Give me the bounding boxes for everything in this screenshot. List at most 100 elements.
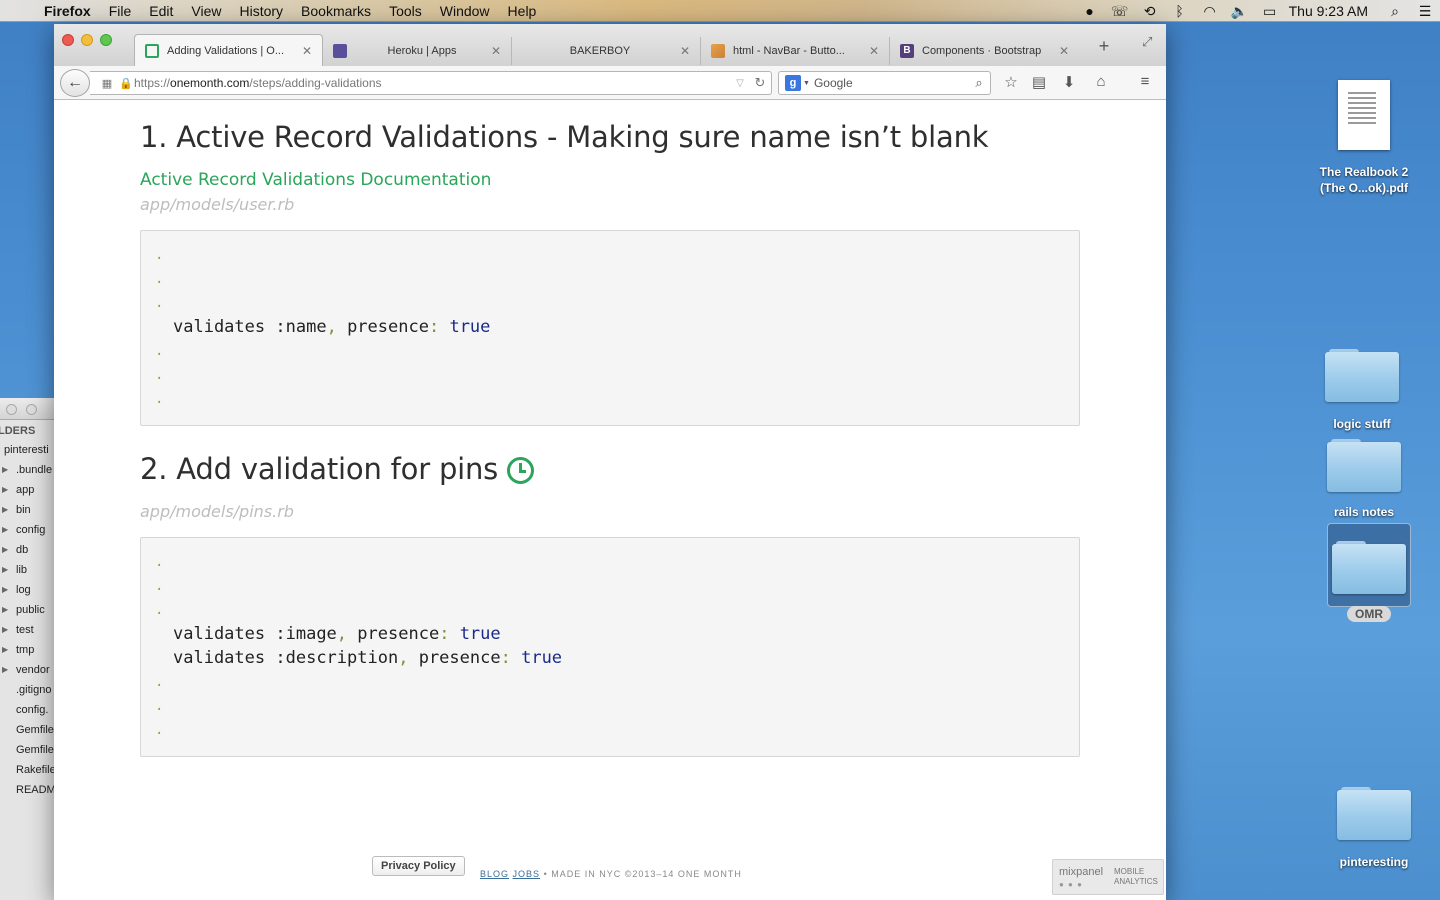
folder-icon [1337, 784, 1411, 840]
url-bar[interactable]: ▦ 🔒 https://onemonth.com/steps/adding-va… [90, 71, 772, 95]
code-line-validates-name: validates :name, presence: true [173, 317, 490, 337]
tab-title: BAKERBOY [569, 45, 631, 57]
tree-item-file[interactable]: config. [0, 700, 55, 720]
close-tab-icon[interactable]: ✕ [678, 44, 692, 58]
time-machine-icon[interactable]: ⟲ [1135, 3, 1165, 20]
tree-item-folder[interactable]: .bundle [0, 460, 55, 480]
desktop-folder-omr[interactable]: OMR [1314, 538, 1424, 622]
spotlight-icon[interactable]: ⌕ [1380, 3, 1410, 20]
status-app-icon[interactable]: ● [1075, 3, 1105, 19]
close-tab-icon[interactable]: ✕ [300, 44, 314, 58]
close-tab-icon[interactable]: ✕ [489, 44, 503, 58]
menu-clock[interactable]: Thu 9:23 AM [1285, 3, 1380, 19]
back-button[interactable]: ← [60, 69, 90, 97]
menu-help[interactable]: Help [499, 0, 546, 22]
google-engine-icon[interactable]: g [785, 75, 801, 91]
tree-item-file[interactable]: Rakefile [0, 760, 55, 780]
tab-bakerboy[interactable]: BAKERBOY ✕ [512, 37, 701, 65]
search-bar[interactable]: g ▼ Google ⌕ [778, 71, 991, 95]
close-window-icon[interactable] [62, 34, 74, 46]
minimize-window-icon[interactable] [81, 34, 93, 46]
search-icon[interactable]: ⌕ [968, 75, 990, 91]
bookmarks-list-icon[interactable]: ▤ [1027, 73, 1051, 91]
tab-bar: Adding Validations | O... ✕ Heroku | App… [54, 24, 1166, 66]
hamburger-menu-icon[interactable]: ≡ [1133, 73, 1157, 90]
code-line-validates-image: validates :image, presence: true [173, 624, 501, 644]
home-icon[interactable]: ⌂ [1089, 73, 1113, 90]
menu-edit[interactable]: Edit [140, 0, 182, 22]
fullscreen-icon[interactable]: ⤢ [1142, 34, 1152, 50]
menu-tools[interactable]: Tools [380, 0, 431, 22]
menu-history[interactable]: History [230, 0, 292, 22]
status-area: ● ☏ ⟲ ᛒ ◠ 🔈 ▭ Thu 9:23 AM ⌕ ☰ [1075, 0, 1440, 22]
footer-blog-link[interactable]: BLOG [480, 869, 509, 879]
menu-bookmarks[interactable]: Bookmarks [292, 0, 380, 22]
identity-icon[interactable]: ▦ [96, 77, 118, 90]
url-text[interactable]: https://onemonth.com/steps/adding-valida… [134, 76, 731, 90]
tree-item-folder[interactable]: db [0, 540, 55, 560]
tab-navbar-stackoverflow[interactable]: html - NavBar - Butto... ✕ [701, 37, 890, 65]
downloads-icon[interactable]: ⬇ [1057, 73, 1081, 91]
zoom-window-icon[interactable] [100, 34, 112, 46]
tree-item-project[interactable]: pinteresti [0, 440, 55, 460]
desktop-folder-rails-notes[interactable]: rails notes [1309, 436, 1419, 520]
desktop-pdf-realbook[interactable]: The Realbook 2 (The O...ok).pdf [1309, 80, 1419, 196]
search-input[interactable]: Google [814, 76, 968, 90]
editor-titlebar [0, 398, 55, 420]
tree-item-folder[interactable]: lib [0, 560, 55, 580]
code-token: validates [173, 624, 266, 644]
bluetooth-icon[interactable]: ᛒ [1165, 3, 1195, 19]
engine-dropdown-icon[interactable]: ▼ [803, 80, 810, 87]
code-block-user: . . . validates :name, presence: true . … [140, 230, 1080, 426]
close-tab-icon[interactable]: ✕ [1057, 44, 1071, 58]
heroku-favicon-icon [333, 44, 347, 58]
desktop-folder-logic-stuff[interactable]: logic stuff [1307, 346, 1417, 432]
tree-item-file[interactable]: READM [0, 780, 55, 800]
tree-item-file[interactable]: .gitigno [0, 680, 55, 700]
tree-item-file[interactable]: Gemfile [0, 740, 55, 760]
mixpanel-badge[interactable]: mixpanel MOBILE ANALYTICS ● ● ● [1052, 859, 1164, 895]
tree-item-folder[interactable]: log [0, 580, 55, 600]
tab-adding-validations[interactable]: Adding Validations | O... ✕ [134, 34, 323, 66]
menu-view[interactable]: View [182, 0, 230, 22]
tree-item-file[interactable]: Gemfile [0, 720, 55, 740]
code-ellipsis: . [155, 247, 164, 263]
battery-icon[interactable]: ▭ [1255, 3, 1285, 20]
bootstrap-favicon-icon: B [900, 44, 914, 58]
code-ellipsis: . [155, 578, 164, 594]
reload-icon[interactable]: ↻ [749, 75, 771, 91]
folder-icon [1332, 538, 1406, 594]
tree-item-folder[interactable]: config [0, 520, 55, 540]
code-token: :image [275, 624, 337, 644]
wifi-icon[interactable]: ◠ [1195, 3, 1225, 20]
back-arrow-icon: ← [67, 74, 83, 91]
tree-item-folder[interactable]: vendor [0, 660, 55, 680]
tab-title: Components · Bootstrap [922, 45, 1042, 57]
code-ellipsis: . [155, 674, 164, 690]
tab-heroku-apps[interactable]: Heroku | Apps ✕ [323, 37, 512, 65]
menu-app-firefox[interactable]: Firefox [40, 0, 100, 22]
tree-item-folder[interactable]: public [0, 600, 55, 620]
bookmark-star-icon[interactable]: ☆ [999, 73, 1023, 91]
menu-file[interactable]: File [100, 0, 141, 22]
tab-bootstrap-components[interactable]: B Components · Bootstrap ✕ [890, 37, 1079, 65]
close-tab-icon[interactable]: ✕ [867, 44, 881, 58]
tab-title: Heroku | Apps [387, 45, 457, 57]
file-path-user: app/models/user.rb [140, 195, 295, 214]
editor-close-icon[interactable] [6, 404, 17, 415]
tree-item-folder[interactable]: bin [0, 500, 55, 520]
privacy-policy-button[interactable]: Privacy Policy [372, 856, 465, 876]
notification-center-icon[interactable]: ☰ [1410, 3, 1440, 20]
menu-window[interactable]: Window [431, 0, 499, 22]
tree-item-folder[interactable]: test [0, 620, 55, 640]
editor-minimize-icon[interactable] [26, 404, 37, 415]
tree-item-folder[interactable]: app [0, 480, 55, 500]
new-tab-icon[interactable]: + [1094, 36, 1114, 57]
footer-jobs-link[interactable]: JOBS [513, 869, 541, 879]
phone-icon[interactable]: ☏ [1105, 3, 1135, 20]
desktop-folder-pinteresting[interactable]: pinteresting [1319, 784, 1429, 870]
url-dropdown-icon[interactable]: ▽ [731, 78, 749, 89]
volume-icon[interactable]: 🔈 [1225, 3, 1255, 20]
tree-item-folder[interactable]: tmp [0, 640, 55, 660]
validations-doc-link[interactable]: Active Record Validations Documentation [140, 170, 491, 190]
